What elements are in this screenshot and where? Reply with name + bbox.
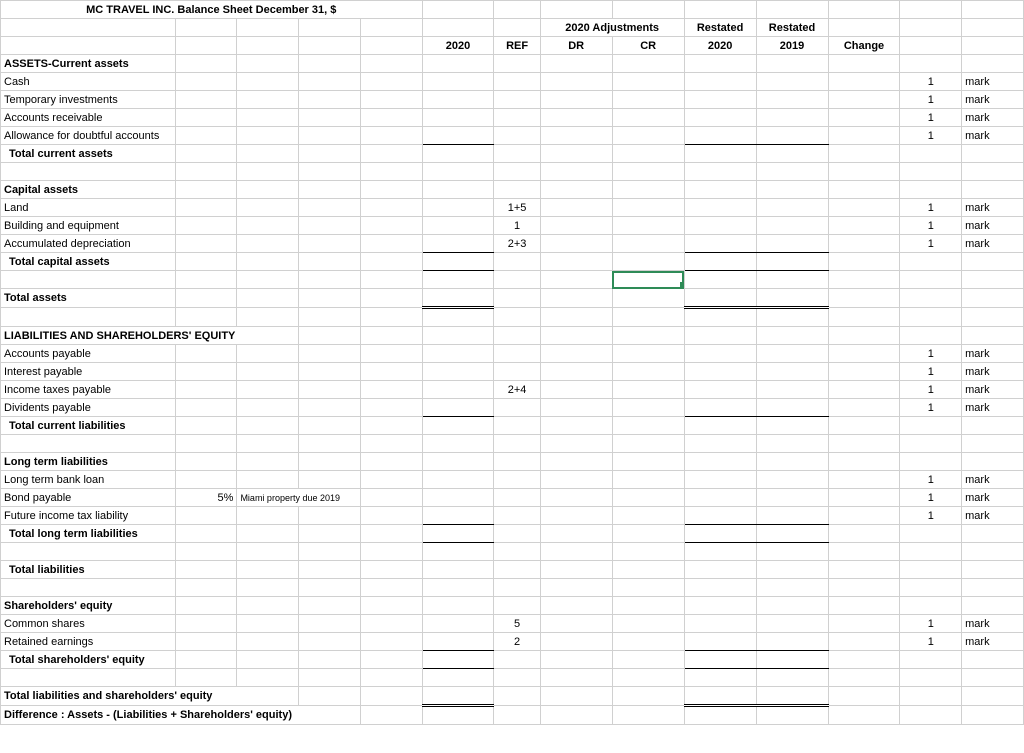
hdr-ref: REF <box>494 37 540 55</box>
section-assets-current: ASSETS-Current assets <box>1 55 176 73</box>
section-sh-equity: Shareholders' equity <box>1 597 176 615</box>
row-land: Land <box>1 199 176 217</box>
row-difference: Difference : Assets - (Liabilities + Sha… <box>1 706 361 725</box>
row-total-lt: Total long term liabilities <box>1 525 176 543</box>
row-interest: Interest payable <box>1 363 176 381</box>
bond-desc: Miami property due 2019 <box>237 489 360 507</box>
section-capital-assets: Capital assets <box>1 181 176 199</box>
bond-pct: 5% <box>175 489 237 507</box>
row-allowance: Allowance for doubtful accounts <box>1 127 176 145</box>
mark-label: mark <box>962 73 1024 91</box>
row-total-sh: Total shareholders' equity <box>1 651 176 669</box>
row-total-liab-sh: Total liabilities and shareholders' equi… <box>1 687 299 706</box>
row-total-assets: Total assets <box>1 289 176 308</box>
section-liab-equity: LIABILITIES AND SHAREHOLDERS' EQUITY <box>1 327 299 345</box>
row-total-current-assets: Total current assets <box>1 145 176 163</box>
row-total-liab: Total liabilities <box>1 561 176 579</box>
hdr-dr: DR <box>540 37 612 55</box>
row-future-tax: Future income tax liability <box>1 507 176 525</box>
ref-accum-dep: 2+3 <box>494 235 540 253</box>
hdr-adjustments: 2020 Adjustments <box>540 19 684 37</box>
row-building: Building and equipment <box>1 217 176 235</box>
mark-num: 1 <box>900 73 962 91</box>
row-ar: Accounts receivable <box>1 109 176 127</box>
ref-common: 5 <box>494 615 540 633</box>
row-accum-dep: Accumulated depreciation <box>1 235 176 253</box>
row-temp-inv: Temporary investments <box>1 91 176 109</box>
row-common: Common shares <box>1 615 176 633</box>
ref-income-tax: 2+4 <box>494 381 540 399</box>
row-cash: Cash <box>1 73 176 91</box>
ref-retained: 2 <box>494 633 540 651</box>
hdr-change: Change <box>828 37 900 55</box>
sheet-title: MC TRAVEL INC. Balance Sheet December 31… <box>1 1 423 19</box>
row-total-capital: Total capital assets <box>1 253 176 271</box>
hdr-cr: CR <box>612 37 684 55</box>
hdr-restated1: Restated <box>684 19 756 37</box>
hdr-r2019: 2019 <box>756 37 828 55</box>
row-income-tax: Income taxes payable <box>1 381 176 399</box>
row-bond: Bond payable <box>1 489 176 507</box>
hdr-2020: 2020 <box>422 37 494 55</box>
active-cell[interactable] <box>612 271 684 289</box>
row-ap: Accounts payable <box>1 345 176 363</box>
row-dividends: Dividents payable <box>1 399 176 417</box>
ref-building: 1 <box>494 217 540 235</box>
row-total-current-liab: Total current liabilities <box>1 417 176 435</box>
ref-land: 1+5 <box>494 199 540 217</box>
row-lt-loan: Long term bank loan <box>1 471 176 489</box>
section-lt-liab: Long term liabilities <box>1 453 176 471</box>
hdr-r2020: 2020 <box>684 37 756 55</box>
row-retained: Retained earnings <box>1 633 176 651</box>
balance-sheet-grid[interactable]: MC TRAVEL INC. Balance Sheet December 31… <box>0 0 1024 725</box>
hdr-restated2: Restated <box>756 19 828 37</box>
